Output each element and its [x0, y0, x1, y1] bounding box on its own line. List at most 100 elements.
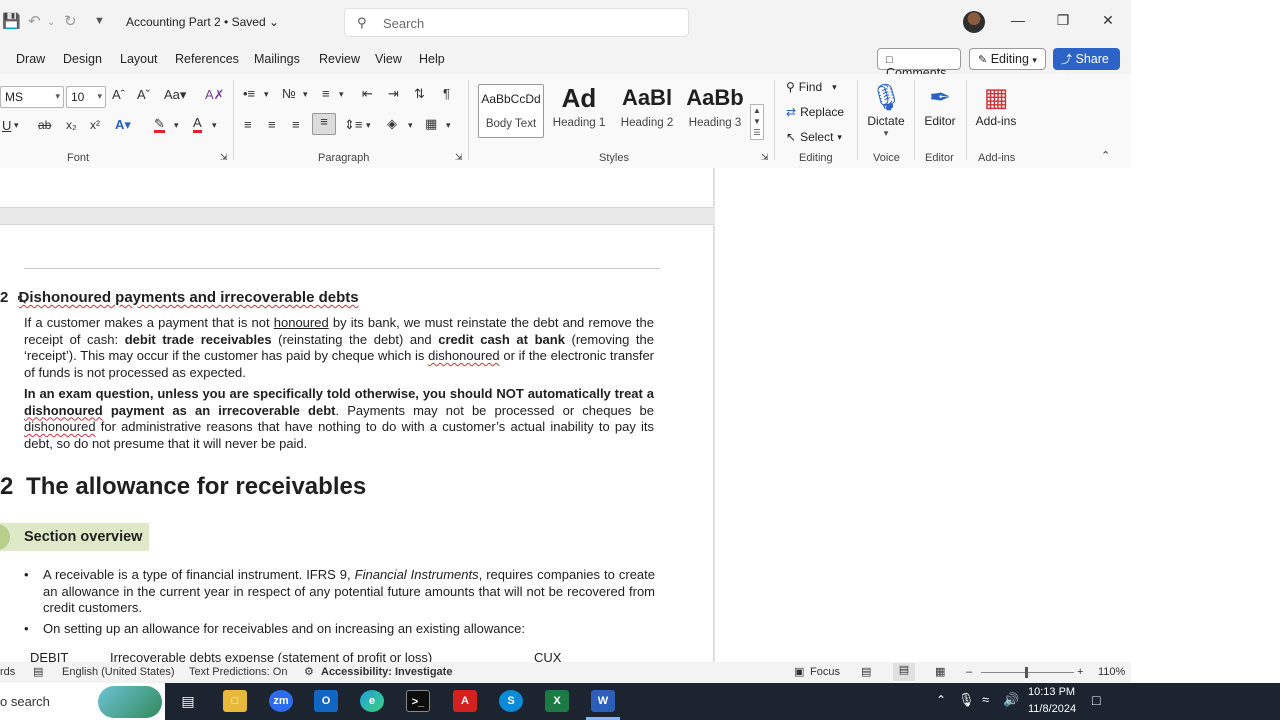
- outlook-icon[interactable]: O: [314, 690, 338, 712]
- clock-date[interactable]: 11/8/2024: [1028, 703, 1076, 715]
- save-icon[interactable]: 💾: [2, 12, 21, 30]
- print-layout-icon[interactable]: ▤: [893, 663, 915, 681]
- bullets-icon[interactable]: •≡: [243, 86, 255, 101]
- change-case-icon[interactable]: Aa▾: [164, 87, 186, 103]
- decrease-indent-icon[interactable]: ⇤: [362, 86, 373, 102]
- superscript-icon[interactable]: x²: [90, 118, 100, 132]
- terminal-icon[interactable]: >_: [406, 690, 430, 712]
- zoom-app-icon[interactable]: zm: [269, 690, 293, 712]
- undo-icon[interactable]: ↶: [28, 12, 41, 30]
- read-mode-icon[interactable]: ▤: [861, 665, 871, 678]
- customize-qat-icon[interactable]: ▼: [94, 15, 105, 27]
- document-page[interactable]: 2 Dishonoured payments and irrecoverable…: [0, 224, 714, 662]
- taskbar-search[interactable]: o search: [0, 683, 165, 720]
- word-icon[interactable]: W: [591, 690, 615, 712]
- select-button[interactable]: ↖ Select ▾: [786, 130, 842, 144]
- share-button[interactable]: ⤴ Share ▾: [1053, 48, 1120, 80]
- chevron-down-icon[interactable]: ▾: [303, 89, 308, 100]
- chevron-down-icon[interactable]: ▾: [339, 89, 344, 100]
- style-heading-1[interactable]: Ad Heading 1: [546, 84, 612, 138]
- align-right-icon[interactable]: ≡: [292, 117, 300, 132]
- style-heading-2[interactable]: AaBl Heading 2: [614, 84, 680, 138]
- chevron-down-icon[interactable]: ▾: [446, 120, 451, 131]
- chevron-down-icon[interactable]: ▾: [366, 120, 371, 131]
- tab-view[interactable]: View: [375, 52, 402, 66]
- chevron-down-icon[interactable]: ▾: [408, 120, 413, 131]
- text-predictions-status[interactable]: Text Predictions: On: [189, 666, 287, 678]
- clear-formatting-icon[interactable]: A✗: [205, 87, 225, 103]
- dictate-button[interactable]: 🎙 Dictate ▾: [858, 80, 914, 139]
- task-view-icon[interactable]: ▤: [176, 690, 200, 712]
- addins-button[interactable]: ▦ Add-ins: [968, 80, 1024, 128]
- notifications-icon[interactable]: □: [1092, 692, 1100, 708]
- sort-icon[interactable]: ⇅: [414, 86, 425, 102]
- file-explorer-icon[interactable]: □: [223, 690, 247, 712]
- redo-icon[interactable]: ↻: [64, 12, 77, 30]
- focus-button[interactable]: Focus: [810, 666, 840, 678]
- underline-icon[interactable]: U: [2, 118, 11, 133]
- shading-icon[interactable]: ◈: [387, 116, 397, 132]
- text-effects-icon[interactable]: A▾: [115, 117, 131, 133]
- line-spacing-icon[interactable]: ⇕≡: [344, 117, 362, 133]
- dialog-launcher-icon[interactable]: ⇲: [220, 152, 228, 163]
- chevron-down-icon[interactable]: ▾: [14, 120, 19, 131]
- comments-button[interactable]: □ Comments: [877, 48, 961, 80]
- search-input[interactable]: ⚲ Search: [344, 8, 689, 37]
- avatar[interactable]: [963, 11, 985, 33]
- zoom-slider-handle[interactable]: [1025, 667, 1028, 678]
- editor-button[interactable]: ✒ Editor: [912, 80, 968, 128]
- restore-button[interactable]: ❐: [1048, 12, 1078, 29]
- borders-icon[interactable]: ▦: [425, 116, 437, 132]
- shrink-font-icon[interactable]: Aˇ: [137, 87, 150, 102]
- acrobat-icon[interactable]: A: [453, 690, 477, 712]
- numbering-icon[interactable]: №: [282, 86, 296, 101]
- tab-review[interactable]: Review: [319, 52, 360, 66]
- highlight-icon[interactable]: ✎: [154, 117, 165, 133]
- tab-mailings[interactable]: Mailings: [254, 52, 300, 66]
- subscript-icon[interactable]: x₂: [66, 118, 77, 132]
- style-heading-3[interactable]: AaBb Heading 3: [682, 84, 748, 138]
- microphone-icon[interactable]: 🎙: [958, 692, 975, 708]
- font-name-combo[interactable]: MS ▾: [0, 86, 64, 108]
- language-indicator[interactable]: English (United States): [62, 666, 175, 678]
- zoom-level[interactable]: 110%: [1098, 666, 1125, 678]
- close-button[interactable]: ✕: [1093, 12, 1123, 29]
- style-body-text[interactable]: AaBbCcDd Body Text: [478, 84, 544, 138]
- proofing-icon[interactable]: ▤: [33, 665, 43, 678]
- collapse-ribbon-icon[interactable]: ⌃: [1101, 149, 1110, 162]
- increase-indent-icon[interactable]: ⇥: [388, 86, 399, 102]
- tab-draw[interactable]: Draw: [16, 52, 45, 66]
- zoom-out-icon[interactable]: –: [966, 666, 972, 678]
- accessibility-status[interactable]: Accessibility: Investigate: [321, 666, 452, 678]
- font-color-icon[interactable]: A: [193, 116, 202, 133]
- chevron-down-icon[interactable]: ▾: [264, 89, 269, 100]
- document-title[interactable]: Accounting Part 2 • Saved ⌄: [126, 15, 279, 29]
- tab-layout[interactable]: Layout: [120, 52, 158, 66]
- edge-icon[interactable]: e: [360, 690, 384, 712]
- dialog-launcher-icon[interactable]: ⇲: [455, 152, 463, 163]
- strikethrough-icon[interactable]: ab: [38, 118, 51, 132]
- styles-gallery-scroll[interactable]: ▲ ▼ ☰: [750, 104, 764, 140]
- excel-icon[interactable]: X: [545, 690, 569, 712]
- font-size-combo[interactable]: 10 ▾: [66, 86, 106, 108]
- chevron-down-icon[interactable]: ▾: [212, 120, 217, 131]
- chevron-down-icon[interactable]: ▾: [174, 120, 179, 131]
- find-button[interactable]: ⚲ Find ▾: [786, 80, 837, 94]
- align-left-icon[interactable]: ≡: [244, 117, 252, 132]
- editing-mode-button[interactable]: ✎ Editing ▾: [969, 48, 1046, 70]
- tab-design[interactable]: Design: [63, 52, 102, 66]
- justify-icon[interactable]: ≡: [312, 113, 336, 135]
- word-count[interactable]: rds: [0, 666, 15, 678]
- multilevel-list-icon[interactable]: ≡: [322, 86, 330, 101]
- zoom-in-icon[interactable]: +: [1077, 666, 1083, 678]
- clock-time[interactable]: 10:13 PM: [1028, 686, 1075, 698]
- align-center-icon[interactable]: ≡: [268, 117, 276, 132]
- skype-icon[interactable]: S: [499, 690, 523, 712]
- replace-button[interactable]: ⇄ Replace: [786, 105, 844, 119]
- wifi-icon[interactable]: ≈: [982, 692, 989, 707]
- grow-font-icon[interactable]: Aˆ: [112, 87, 125, 102]
- volume-icon[interactable]: 🔊: [1003, 692, 1019, 708]
- undo-dropdown-icon[interactable]: ⌄: [47, 17, 55, 28]
- minimize-button[interactable]: —: [1003, 12, 1033, 28]
- show-formatting-icon[interactable]: ¶: [443, 86, 450, 101]
